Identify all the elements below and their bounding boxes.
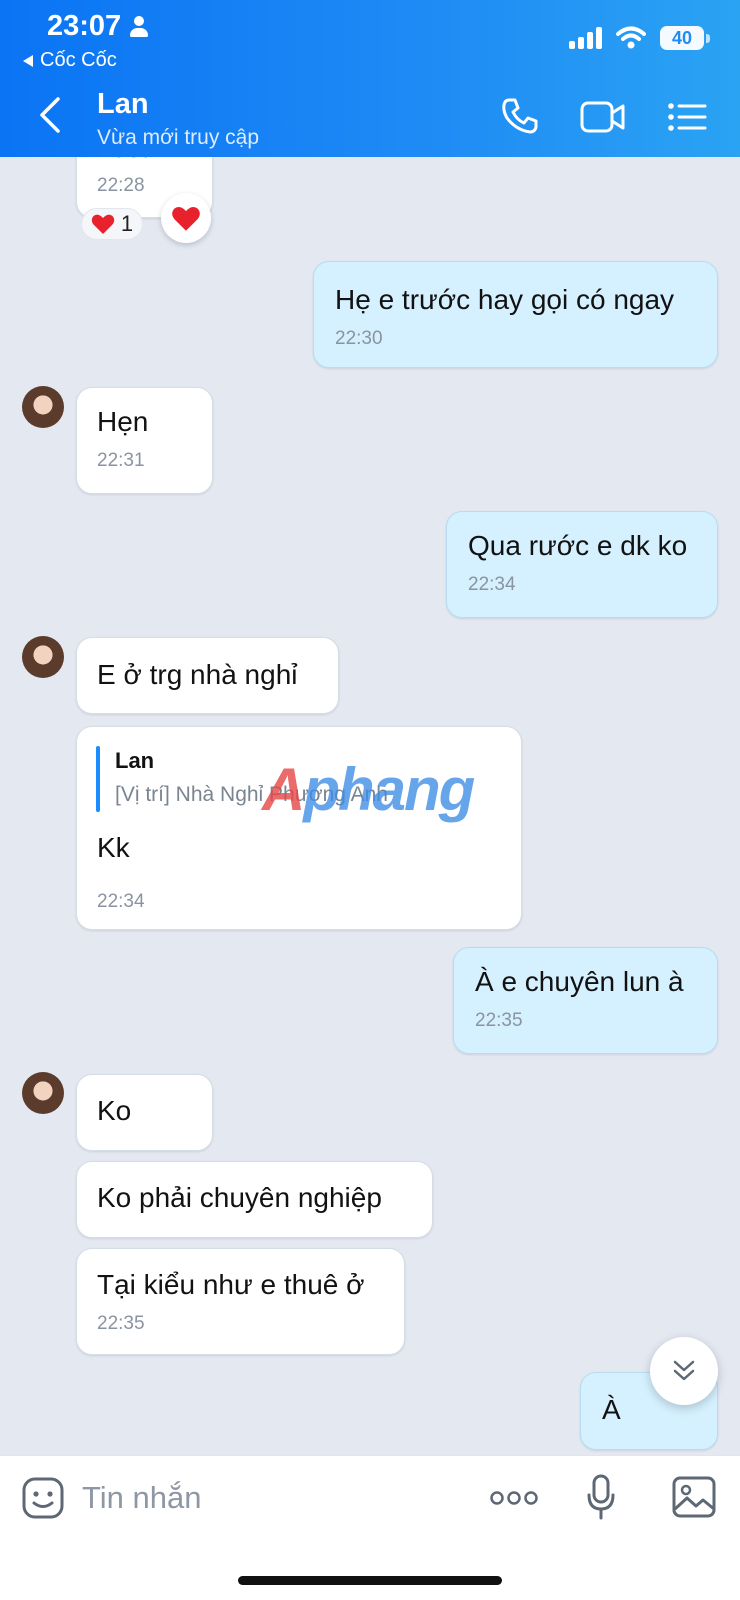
heart-icon xyxy=(91,214,115,234)
status-indicators: 40 xyxy=(569,26,710,50)
phone-icon[interactable] xyxy=(500,96,540,136)
message-text: Tại kiểu như e thuê ở xyxy=(97,1269,365,1300)
heart-icon xyxy=(172,206,200,231)
message-text: À xyxy=(602,1394,621,1425)
home-indicator xyxy=(238,1576,502,1585)
back-app-label: Cốc Cốc xyxy=(40,49,117,71)
message-time: 22:28 xyxy=(97,175,145,196)
message-time: 22:34 xyxy=(468,574,516,595)
back-chevron-icon[interactable] xyxy=(38,96,62,134)
menu-list-icon[interactable] xyxy=(667,102,707,132)
avatar[interactable] xyxy=(22,386,64,428)
message-bubble-outgoing[interactable]: À e chuyên lun à 22:35 xyxy=(453,947,718,1054)
scroll-to-bottom-button[interactable] xyxy=(650,1337,718,1405)
message-text: E ở trg nhà nghỉ xyxy=(97,659,298,690)
message-bubble-outgoing[interactable]: Hẹ e trước hay gọi có ngay 22:30 xyxy=(313,261,718,368)
message-list[interactable]: Test 22:28 1 Hẹ e trước hay gọi có ngay … xyxy=(0,157,740,1455)
message-bubble-incoming[interactable]: Ko xyxy=(76,1074,213,1151)
cellular-signal-icon xyxy=(569,27,602,49)
message-text: Hẹn xyxy=(97,406,149,437)
image-gallery-icon[interactable] xyxy=(672,1476,716,1518)
battery-icon: 40 xyxy=(660,26,710,50)
message-bubble-incoming[interactable]: E ở trg nhà nghỉ xyxy=(76,637,339,714)
person-icon xyxy=(129,15,149,38)
message-time: 22:35 xyxy=(475,1010,523,1031)
message-text: Test xyxy=(97,157,148,165)
small-back-triangle-icon xyxy=(23,54,33,67)
video-call-icon[interactable] xyxy=(580,100,626,134)
sticker-icon[interactable] xyxy=(21,1476,65,1520)
message-time: 22:30 xyxy=(335,328,383,349)
message-input[interactable] xyxy=(82,1476,442,1520)
status-bar-time-group: 23:07 xyxy=(47,10,149,43)
message-text: Ko phải chuyên nghiệp xyxy=(97,1182,382,1213)
wifi-icon xyxy=(616,26,646,49)
watermark-rest: phang xyxy=(303,756,475,823)
more-options-icon[interactable] xyxy=(490,1489,538,1507)
message-bubble-incoming[interactable]: Hẹn 22:31 xyxy=(76,387,213,494)
status-time: 23:07 xyxy=(47,10,122,42)
avatar[interactable] xyxy=(22,1072,64,1114)
watermark-first-letter: A xyxy=(262,756,305,823)
message-bubble-incoming[interactable]: Tại kiểu như e thuê ở 22:35 xyxy=(76,1248,405,1355)
message-bubble-outgoing[interactable]: Qua rước e dk ko 22:34 xyxy=(446,511,718,618)
message-text: Qua rước e dk ko xyxy=(468,530,688,561)
double-chevron-down-icon xyxy=(673,1360,695,1381)
chat-header: 23:07 Cốc Cốc 40 Lan Vừa mới truy cập xyxy=(0,0,740,157)
message-composer xyxy=(0,1455,740,1600)
watermark-logo: Aphang xyxy=(262,755,475,824)
message-text: À e chuyên lun à xyxy=(475,966,684,997)
message-time: 22:31 xyxy=(97,450,145,471)
message-text: Ko xyxy=(97,1095,132,1126)
message-text: Hẹ e trước hay gọi có ngay xyxy=(335,284,675,315)
quote-author: Lan xyxy=(115,748,155,773)
message-bubble-incoming[interactable]: Ko phải chuyên nghiệp xyxy=(76,1161,433,1238)
contact-name[interactable]: Lan xyxy=(97,88,149,121)
avatar[interactable] xyxy=(22,636,64,678)
back-to-app-link[interactable]: Cốc Cốc xyxy=(22,49,117,72)
message-time: 22:35 xyxy=(97,1313,145,1334)
reaction-count: 1 xyxy=(120,211,134,236)
quote-accent-bar xyxy=(96,746,100,812)
message-text: Kk xyxy=(97,832,130,863)
react-heart-button[interactable] xyxy=(161,193,211,243)
reaction-summary[interactable]: 1 xyxy=(81,208,143,240)
microphone-icon[interactable] xyxy=(587,1474,615,1520)
battery-level: 40 xyxy=(671,28,693,48)
contact-status: Vừa mới truy cập xyxy=(97,126,260,149)
message-time: 22:34 xyxy=(97,891,145,912)
